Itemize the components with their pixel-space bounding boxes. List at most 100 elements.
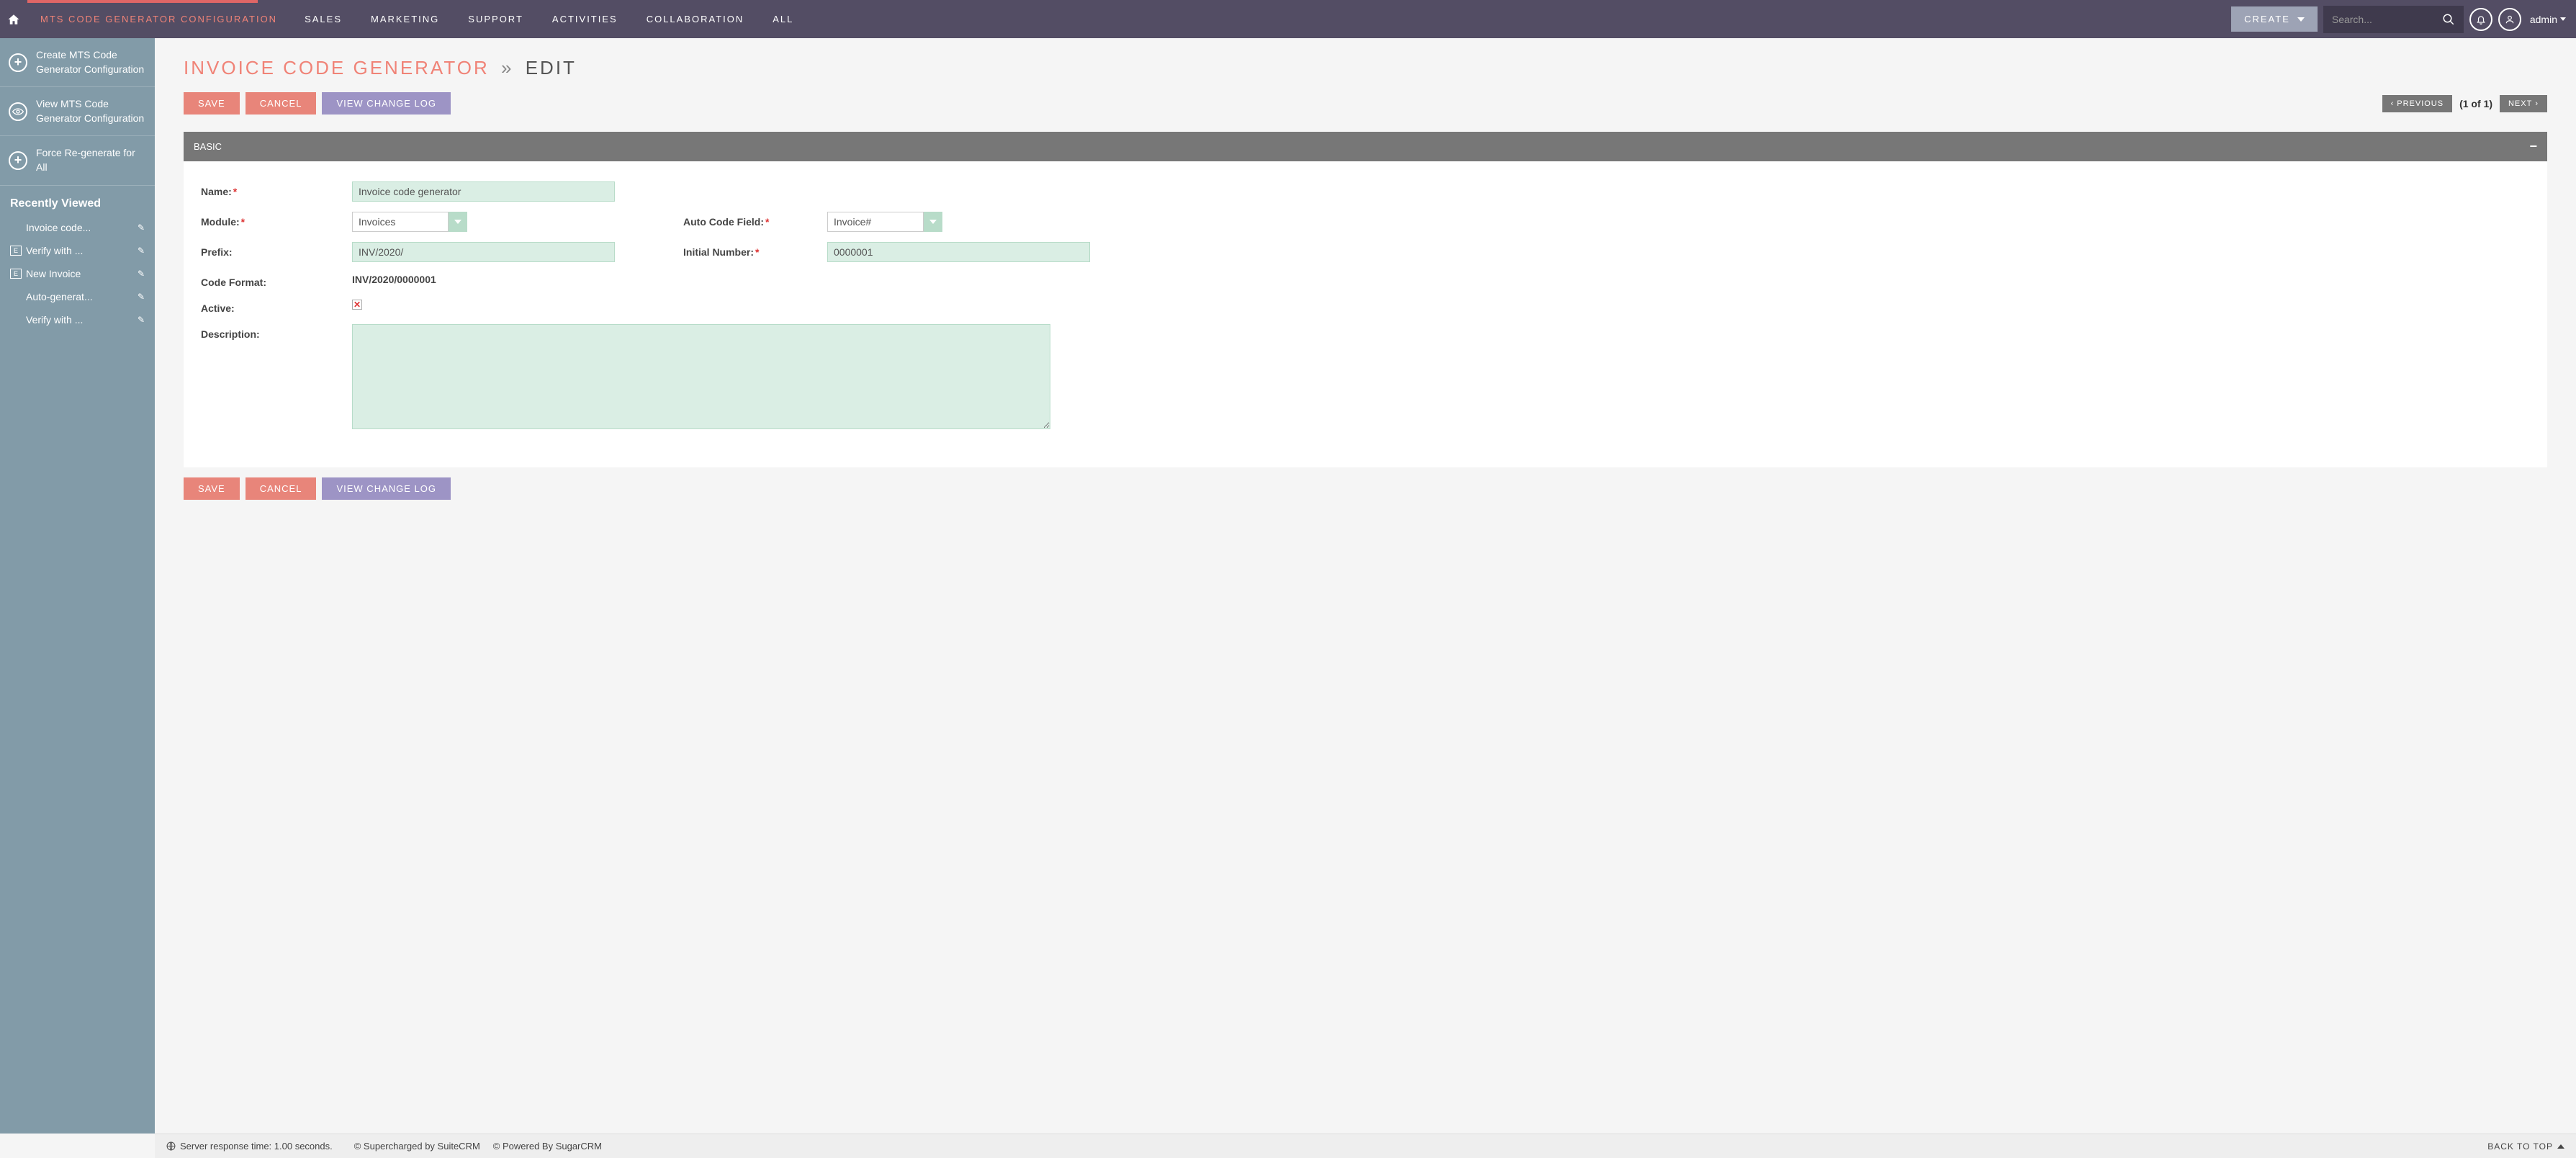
plus-icon: + (9, 53, 27, 72)
footer: Server response time: 1.00 seconds. © Su… (155, 1134, 2576, 1158)
action-row-top: SAVE CANCEL VIEW CHANGE LOG ‹ PREVIOUS (… (184, 92, 2547, 115)
chevron-left-icon: ‹ (2391, 99, 2395, 108)
caret-up-icon (2557, 1144, 2564, 1149)
module-value: Invoices (352, 212, 449, 232)
title-record: INVOICE CODE GENERATOR (184, 57, 490, 78)
recent-label: Auto-generat... (26, 291, 138, 302)
recently-viewed-heading: Recently Viewed (0, 186, 155, 216)
view-change-log-button[interactable]: VIEW CHANGE LOG (322, 477, 451, 500)
recent-item[interactable]: E Verify with ... ✎ (0, 239, 155, 262)
recent-label: Verify with ... (26, 245, 138, 256)
edit-icon[interactable]: ✎ (138, 292, 145, 302)
recent-icon: E (10, 246, 22, 256)
response-text: Server response time: 1.00 seconds. (180, 1141, 333, 1152)
view-change-log-button[interactable]: VIEW CHANGE LOG (322, 92, 451, 115)
next-button[interactable]: NEXT › (2500, 95, 2547, 112)
title-mode: EDIT (526, 57, 577, 78)
label-prefix: Prefix: (201, 242, 352, 258)
description-textarea[interactable] (352, 324, 1050, 429)
dropdown-icon[interactable] (924, 212, 942, 232)
back-to-top-button[interactable]: BACK TO TOP (2487, 1141, 2564, 1152)
user-menu[interactable]: admin (2530, 14, 2566, 25)
eye-icon (9, 102, 27, 121)
sidebar: + Create MTS Code Generator Configuratio… (0, 38, 155, 1134)
label-module: Module:* (201, 212, 352, 228)
chevron-right-icon: › (2535, 99, 2539, 108)
response-time: Server response time: 1.00 seconds. (166, 1141, 333, 1152)
recent-item[interactable]: Invoice code... ✎ (0, 216, 155, 239)
search-box[interactable] (2323, 6, 2464, 33)
search-icon[interactable] (2442, 13, 2455, 26)
active-tab-indicator (27, 0, 258, 3)
code-format-value: INV/2020/0000001 (352, 272, 2530, 285)
sidebar-item-label: Create MTS Code Generator Configuration (36, 48, 146, 76)
nav-item-collaboration[interactable]: COLLABORATION (632, 0, 759, 38)
notifications-icon[interactable] (2469, 8, 2492, 31)
top-nav: MTS CODE GENERATOR CONFIGURATION SALES M… (0, 0, 2576, 38)
name-input[interactable] (352, 181, 615, 202)
pager: ‹ PREVIOUS (1 of 1) NEXT › (2382, 95, 2547, 112)
main-content: INVOICE CODE GENERATOR » EDIT SAVE CANCE… (155, 38, 2576, 1134)
nav-item-activities[interactable]: ACTIVITIES (538, 0, 632, 38)
title-separator: » (501, 57, 513, 78)
nav-item-support[interactable]: SUPPORT (454, 0, 538, 38)
search-input[interactable] (2332, 14, 2442, 25)
sidebar-item-label: View MTS Code Generator Configuration (36, 97, 146, 125)
recent-item[interactable]: E New Invoice ✎ (0, 262, 155, 285)
recent-label: New Invoice (26, 268, 138, 279)
label-auto-code-field: Auto Code Field:* (683, 212, 827, 232)
cancel-button[interactable]: CANCEL (246, 92, 317, 115)
save-button[interactable]: SAVE (184, 477, 240, 500)
cancel-button[interactable]: CANCEL (246, 477, 317, 500)
recent-item[interactable]: Verify with ... ✎ (0, 308, 155, 331)
caret-down-icon (2297, 17, 2305, 22)
edit-icon[interactable]: ✎ (138, 223, 145, 233)
panel-basic: BASIC − Name:* Module:* Invoices (184, 132, 2547, 467)
active-checkbox[interactable]: ✕ (352, 300, 362, 310)
globe-icon (166, 1141, 176, 1151)
sidebar-item-force-regenerate[interactable]: + Force Re-generate for All (0, 136, 155, 184)
prefix-input[interactable] (352, 242, 615, 262)
previous-label: PREVIOUS (2397, 99, 2444, 108)
nav-items: SALES MARKETING SUPPORT ACTIVITIES COLLA… (290, 0, 808, 38)
recent-icon: E (10, 269, 22, 279)
nav-item-marketing[interactable]: MARKETING (356, 0, 454, 38)
label-name: Name:* (201, 181, 352, 197)
edit-icon[interactable]: ✎ (138, 269, 145, 279)
powered-link[interactable]: © Powered By SugarCRM (493, 1141, 602, 1152)
plus-icon: + (9, 151, 27, 170)
sidebar-item-view-config[interactable]: View MTS Code Generator Configuration (0, 87, 155, 135)
create-button[interactable]: CREATE (2231, 6, 2318, 32)
dropdown-icon[interactable] (449, 212, 467, 232)
nav-item-all[interactable]: ALL (758, 0, 808, 38)
page-title: INVOICE CODE GENERATOR » EDIT (184, 57, 2547, 79)
edit-icon[interactable]: ✎ (138, 315, 145, 325)
recent-list: Invoice code... ✎ E Verify with ... ✎ E … (0, 216, 155, 331)
home-icon[interactable] (0, 0, 27, 38)
panel-header[interactable]: BASIC − (184, 132, 2547, 161)
sidebar-item-create-config[interactable]: + Create MTS Code Generator Configuratio… (0, 38, 155, 86)
nav-item-sales[interactable]: SALES (290, 0, 356, 38)
collapse-icon[interactable]: − (2529, 139, 2537, 154)
label-description: Description: (201, 324, 352, 340)
edit-icon[interactable]: ✎ (138, 246, 145, 256)
supercharged-link[interactable]: © Supercharged by SuiteCRM (354, 1141, 480, 1152)
back-to-top-label: BACK TO TOP (2487, 1141, 2553, 1152)
previous-button[interactable]: ‹ PREVIOUS (2382, 95, 2453, 112)
user-icon[interactable] (2498, 8, 2521, 31)
initial-number-input[interactable] (827, 242, 1090, 262)
recent-item[interactable]: Auto-generat... ✎ (0, 285, 155, 308)
label-active: Active: (201, 298, 352, 314)
recent-label: Invoice code... (26, 222, 138, 233)
nav-brand[interactable]: MTS CODE GENERATOR CONFIGURATION (27, 0, 290, 38)
save-button[interactable]: SAVE (184, 92, 240, 115)
panel-body: Name:* Module:* Invoices (184, 161, 2547, 467)
create-label: CREATE (2244, 14, 2290, 24)
header-right: CREATE admin (2231, 6, 2576, 33)
label-code-format: Code Format: (201, 272, 352, 288)
sidebar-item-label: Force Re-generate for All (36, 146, 146, 174)
recent-label: Verify with ... (26, 314, 138, 326)
caret-down-icon (2560, 17, 2566, 21)
auto-code-field-select[interactable]: Invoice# (827, 212, 942, 232)
module-select[interactable]: Invoices (352, 212, 467, 232)
